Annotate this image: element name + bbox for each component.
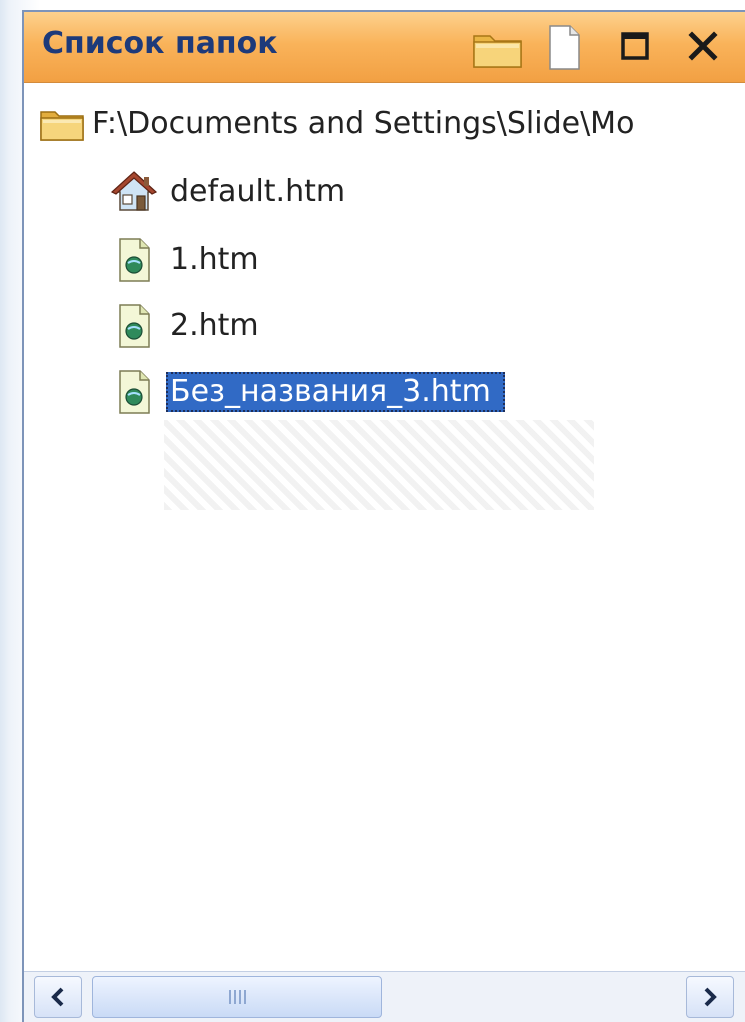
tree-item-3[interactable]: Без_названия_3.htm	[110, 364, 505, 420]
chevron-left-icon	[51, 987, 64, 1007]
close-icon	[688, 31, 718, 61]
tree-item-1[interactable]: 1.htm	[110, 232, 259, 288]
tree-item-label-selected: Без_названия_3.htm	[166, 372, 505, 412]
folder-tree: F:\Documents and Settings\Slide\Mo defau…	[24, 82, 745, 972]
new-folder-icon	[473, 35, 522, 68]
tree-item-label: 2.htm	[170, 308, 259, 343]
home-page-icon	[110, 168, 158, 216]
maximize-icon	[621, 32, 649, 60]
panel-titlebar: Список папок	[24, 12, 745, 83]
scroll-thumb[interactable]	[92, 976, 382, 1018]
html-file-icon	[110, 236, 158, 284]
html-file-icon	[110, 368, 158, 416]
html-file-icon	[110, 302, 158, 350]
tree-item-2[interactable]: 2.htm	[110, 298, 259, 354]
maximize-button[interactable]	[616, 22, 656, 72]
folder-list-panel: Список папок F:\Documents and Settings\S…	[22, 10, 745, 1022]
panel-title: Список папок	[42, 26, 278, 61]
new-page-button[interactable]	[544, 22, 584, 72]
tree-item-label: default.htm	[170, 174, 346, 209]
tree-item-default[interactable]: default.htm	[110, 164, 345, 220]
scroll-right-button[interactable]	[686, 976, 734, 1018]
tree-item-label: 1.htm	[170, 242, 259, 277]
close-button[interactable]	[684, 22, 724, 72]
grip-icon	[228, 990, 246, 1004]
tree-root-label: F:\Documents and Settings\Slide\Mo	[92, 106, 635, 141]
new-folder-button[interactable]	[470, 22, 526, 72]
tree-root-item[interactable]: F:\Documents and Settings\Slide\Mo	[38, 96, 634, 152]
drag-shadow	[164, 420, 594, 510]
horizontal-scrollbar[interactable]	[24, 971, 745, 1022]
chevron-right-icon	[704, 987, 717, 1007]
new-page-icon	[549, 25, 580, 70]
scroll-left-button[interactable]	[34, 976, 82, 1018]
folder-icon	[38, 100, 86, 148]
